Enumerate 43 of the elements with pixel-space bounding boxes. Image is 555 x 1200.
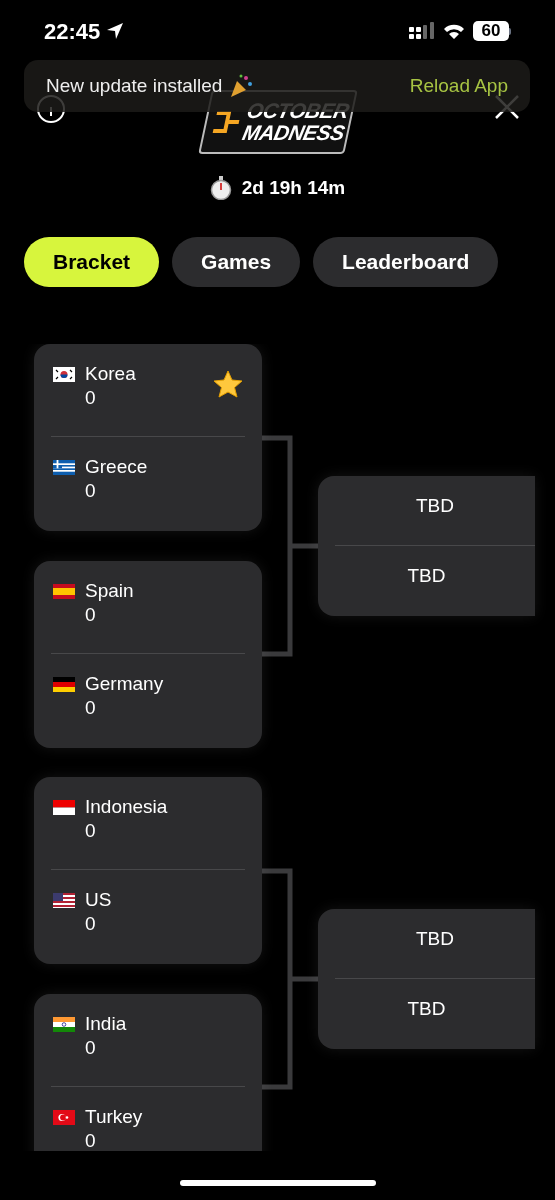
team-name: Korea [85, 362, 136, 386]
team-score: 0 [85, 819, 97, 843]
team-name: Spain [85, 579, 134, 603]
clock-time: 22:45 [44, 17, 101, 46]
flag-icon [53, 677, 75, 692]
logo-text: OCTOBER [245, 100, 351, 122]
team-score: 0 [85, 386, 97, 410]
team-score: 0 [85, 479, 97, 503]
battery-icon: 60 [473, 21, 511, 41]
flag-icon [53, 1017, 75, 1032]
countdown-timer: 2d 19h 14m [241, 175, 346, 200]
party-popper-icon [228, 73, 255, 99]
banner-message: New update installed [46, 73, 223, 98]
team-name: India [85, 1012, 127, 1036]
tab[interactable]: Bracket [24, 237, 160, 287]
team-name: TBD [407, 997, 446, 1021]
flag-icon [53, 460, 75, 475]
flag-icon [53, 1110, 75, 1125]
flag-icon [53, 800, 75, 815]
team-name: TBD [416, 494, 454, 518]
team-score: 0 [85, 912, 97, 936]
wifi-icon [443, 22, 465, 40]
logo-text: MADNESS [240, 122, 347, 144]
stopwatch-icon [209, 176, 232, 200]
location-arrow-icon [106, 22, 125, 40]
team-name: TBD [416, 927, 454, 951]
team-name: US [85, 888, 112, 912]
team-name: Germany [85, 672, 164, 696]
team-score: 0 [85, 603, 97, 627]
tab[interactable]: Leaderboard [313, 237, 499, 287]
team-score: 0 [85, 696, 97, 720]
signal-icon [409, 22, 435, 40]
team-name: Greece [85, 455, 148, 479]
reload-app-button[interactable]: Reload App [409, 71, 508, 101]
team-score: 0 [85, 1129, 97, 1151]
flag-icon [53, 367, 75, 382]
team-name: TBD [407, 564, 446, 588]
flag-icon [53, 584, 75, 599]
flag-icon [53, 893, 75, 908]
tab[interactable]: Games [172, 237, 301, 287]
team-name: Turkey [85, 1105, 143, 1129]
team-score: 0 [85, 1036, 97, 1060]
team-name: Indonesia [85, 795, 168, 819]
